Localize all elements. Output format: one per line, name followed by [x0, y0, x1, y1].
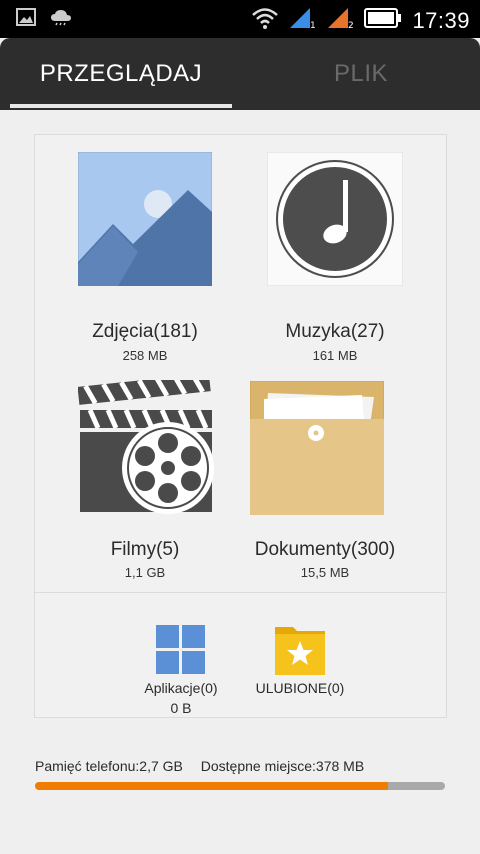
svg-text:1: 1	[310, 21, 316, 30]
battery-icon	[364, 7, 402, 34]
favorites-label: ULUBIONE(0)	[255, 680, 345, 696]
apps-grid-icon	[156, 625, 206, 680]
storage-info: Pamięć telefonu:2,7 GB Dostępne miejsce:…	[35, 758, 445, 790]
tab-browse[interactable]: PRZEGLĄDAJ	[10, 38, 232, 110]
favorites-folder-icon	[275, 625, 325, 680]
active-tab-indicator	[10, 104, 232, 108]
category-panel: Zdjęcia(181) 258 MB Muzyka(27) 161 MB Fi…	[34, 134, 447, 718]
storage-usage-bar	[35, 782, 445, 790]
storage-text: Pamięć telefonu:2,7 GB Dostępne miejsce:…	[35, 758, 445, 774]
category-photos[interactable]: Zdjęcia(181) 258 MB	[50, 149, 240, 363]
signal-sim1-icon: 1	[288, 6, 316, 35]
gallery-notification-icon	[16, 8, 36, 31]
category-films-size: 1,1 GB	[124, 565, 166, 580]
apps-label: Aplikacje(0)	[144, 680, 218, 696]
category-documents-size: 15,5 MB	[300, 565, 350, 580]
category-films-label: Filmy(5)	[110, 539, 180, 560]
music-icon	[266, 151, 404, 291]
film-icon	[77, 373, 214, 519]
tab-file[interactable]: PLIK	[250, 38, 472, 110]
status-bar: 1 2 17:39	[0, 0, 480, 38]
category-documents-label: Dokumenty(300)	[254, 539, 396, 560]
category-documents[interactable]: Dokumenty(300) 15,5 MB	[220, 379, 430, 589]
category-photos-label: Zdjęcia(181)	[92, 321, 198, 342]
photos-icon	[77, 151, 213, 291]
storage-usage-fill	[35, 782, 388, 790]
documents-icon	[249, 380, 385, 520]
favorites-item[interactable]: ULUBIONE(0)	[250, 625, 350, 715]
signal-sim2-icon: 2	[326, 6, 354, 35]
weather-cloud-icon	[50, 8, 72, 31]
category-films[interactable]: Filmy(5) 1,1 GB	[50, 373, 240, 589]
phone-memory-label: Pamięć telefonu:2,7 GB	[35, 758, 183, 774]
panel-divider	[35, 592, 446, 593]
tab-bar: PRZEGLĄDAJ PLIK	[0, 38, 480, 110]
category-music[interactable]: Muzyka(27) 161 MB	[240, 149, 430, 363]
category-photos-size: 258 MB	[122, 348, 168, 363]
wifi-icon	[252, 7, 279, 34]
apps-size: 0 B	[170, 700, 192, 716]
category-music-label: Muzyka(27)	[285, 321, 385, 342]
status-clock: 17:39	[412, 7, 470, 33]
apps-item[interactable]: Aplikacje(0) 0 B	[135, 625, 227, 716]
category-music-size: 161 MB	[312, 348, 358, 363]
svg-text:2: 2	[348, 21, 354, 30]
available-space-label: Dostępne miejsce:378 MB	[200, 758, 365, 774]
